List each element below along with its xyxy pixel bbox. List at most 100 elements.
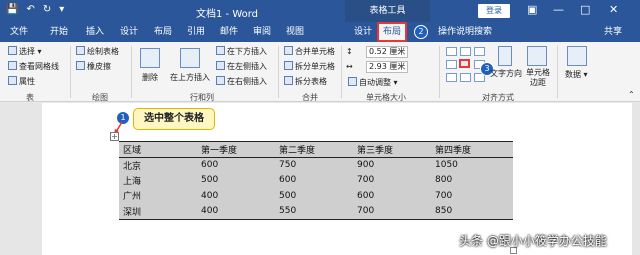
tab-insert[interactable]: 插入 [82, 22, 108, 42]
collapse-ribbon-icon[interactable]: ⌃ [628, 90, 635, 99]
cell-margins-button[interactable]: 单元格边距 [523, 68, 553, 88]
align-top-center-button[interactable] [460, 47, 471, 56]
pencil-icon [76, 46, 85, 55]
insert-right-button[interactable]: 在右侧插入 [216, 76, 267, 87]
ribbon-layout-panel: 选择 ▾ 查看网格线 属性 表 绘制表格 橡皮擦 绘图 删除 在上方插入 在下方… [0, 42, 640, 102]
header-cell[interactable]: 区域 [119, 141, 197, 158]
table-cell[interactable]: 750 [275, 157, 353, 173]
header-cell[interactable]: 第二季度 [275, 141, 353, 158]
table-cell[interactable]: 600 [197, 157, 275, 173]
quick-access-toolbar: 💾 ↶ ↻ ▾ [6, 4, 64, 15]
tab-view[interactable]: 视图 [282, 22, 308, 42]
tab-design[interactable]: 设计 [116, 22, 142, 42]
view-gridlines-button[interactable]: 查看网格线 [8, 61, 59, 72]
table-row: 上海 500 600 700 800 [119, 173, 513, 189]
draw-table-button[interactable]: 绘制表格 [76, 46, 119, 57]
group-separator [70, 46, 71, 98]
data-icon[interactable] [567, 46, 587, 66]
insert-above-icon[interactable] [180, 48, 200, 68]
insert-right-icon [216, 76, 225, 85]
table-cell[interactable]: 700 [353, 173, 431, 189]
maximize-icon[interactable]: □ [580, 3, 590, 16]
group-separator [341, 46, 342, 98]
quarterly-table[interactable]: 区域 第一季度 第二季度 第三季度 第四季度 北京 600 750 900 10… [119, 141, 513, 220]
group-label-rows-columns: 行和列 [190, 93, 214, 102]
align-top-left-button[interactable] [446, 47, 457, 56]
tab-layout[interactable]: 布局 [150, 22, 176, 42]
insert-above-button[interactable]: 在上方插入 [170, 72, 210, 83]
ribbon-tabs: 文件 开始 插入 设计 布局 引用 邮件 审阅 视图 设计 布局 2 操作说明搜… [0, 22, 640, 42]
merge-cells-button[interactable]: 合并单元格 [284, 46, 335, 57]
header-cell[interactable]: 第四季度 [431, 141, 513, 158]
table-cell[interactable]: 600 [275, 173, 353, 189]
text-direction-icon[interactable] [498, 46, 512, 66]
header-cell[interactable]: 第一季度 [197, 141, 275, 158]
table-move-handle-icon[interactable]: + [110, 132, 119, 141]
table-cell[interactable]: 800 [431, 173, 513, 189]
group-separator [557, 46, 558, 98]
ribbon-display-icon[interactable]: ▣ [527, 3, 537, 16]
align-top-right-button[interactable] [474, 47, 485, 56]
table-cell[interactable]: 700 [431, 188, 513, 204]
eraser-button[interactable]: 橡皮擦 [76, 61, 111, 72]
tab-review[interactable]: 审阅 [249, 22, 275, 42]
tab-file[interactable]: 文件 [6, 22, 32, 42]
group-label-alignment: 对齐方式 [482, 93, 514, 102]
align-center-left-button[interactable] [446, 60, 457, 69]
table-cell[interactable]: 500 [275, 188, 353, 204]
group-label-table: 表 [26, 93, 34, 102]
tab-table-design[interactable]: 设计 [350, 22, 376, 42]
table-tools-context-label: 表格工具 [345, 0, 430, 22]
insert-below-button[interactable]: 在下方插入 [216, 46, 267, 57]
delete-table-icon[interactable] [140, 48, 160, 68]
align-bottom-center-button[interactable] [460, 73, 471, 82]
text-direction-button[interactable]: 文字方向 [490, 68, 522, 79]
split-table-button[interactable]: 拆分表格 [284, 76, 327, 87]
insert-left-button[interactable]: 在左侧插入 [216, 61, 267, 72]
align-bottom-left-button[interactable] [446, 73, 457, 82]
table-cell[interactable]: 400 [197, 188, 275, 204]
redo-icon[interactable]: ↻ [43, 4, 51, 15]
autofit-icon [348, 77, 357, 86]
share-button[interactable]: 共享 [600, 22, 626, 42]
table-row: 北京 600 750 900 1050 [119, 157, 513, 173]
tell-me-search[interactable]: 操作说明搜索 [434, 22, 496, 42]
instruction-callout: 选中整个表格 [133, 108, 215, 130]
properties-button[interactable]: 属性 [8, 76, 35, 87]
customize-icon[interactable]: ▾ [59, 4, 64, 15]
title-bar: 💾 ↶ ↻ ▾ 文档1 - Word 表格工具 登录 ▣ — □ ✕ [0, 0, 640, 22]
table-cell[interactable]: 北京 [119, 157, 197, 173]
tab-home[interactable]: 开始 [46, 22, 72, 42]
table-cell[interactable]: 600 [353, 188, 431, 204]
login-button[interactable]: 登录 [478, 4, 510, 18]
table-cell[interactable]: 上海 [119, 173, 197, 189]
split-cells-button[interactable]: 拆分单元格 [284, 61, 335, 72]
select-button[interactable]: 选择 ▾ [8, 46, 42, 57]
table-cell[interactable]: 850 [431, 203, 513, 220]
table-header-row: 区域 第一季度 第二季度 第三季度 第四季度 [119, 141, 513, 158]
tab-table-layout[interactable]: 布局 [377, 22, 408, 42]
table-cell[interactable]: 550 [275, 203, 353, 220]
table-cell[interactable]: 900 [353, 157, 431, 173]
table-cell[interactable]: 深圳 [119, 203, 197, 220]
table-cell[interactable]: 1050 [431, 157, 513, 173]
group-separator [278, 46, 279, 98]
align-center-button[interactable] [459, 59, 470, 68]
table-cell[interactable]: 400 [197, 203, 275, 220]
undo-icon[interactable]: ↶ [26, 4, 34, 15]
column-width-field[interactable]: 2.93 厘米 [366, 61, 408, 73]
row-height-field[interactable]: 0.52 厘米 [366, 46, 408, 58]
minimize-icon[interactable]: — [553, 3, 564, 16]
table-cell[interactable]: 700 [353, 203, 431, 220]
autofit-button[interactable]: 自动调整 ▾ [348, 77, 398, 88]
delete-button[interactable]: 删除 [142, 72, 158, 83]
close-icon[interactable]: ✕ [609, 3, 618, 16]
table-cell[interactable]: 广州 [119, 188, 197, 204]
tab-references[interactable]: 引用 [183, 22, 209, 42]
table-cell[interactable]: 500 [197, 173, 275, 189]
save-icon[interactable]: 💾 [6, 4, 18, 15]
tab-mailings[interactable]: 邮件 [216, 22, 242, 42]
data-button[interactable]: 数据 ▾ [565, 69, 588, 80]
cell-margins-icon[interactable] [527, 46, 547, 66]
header-cell[interactable]: 第三季度 [353, 141, 431, 158]
